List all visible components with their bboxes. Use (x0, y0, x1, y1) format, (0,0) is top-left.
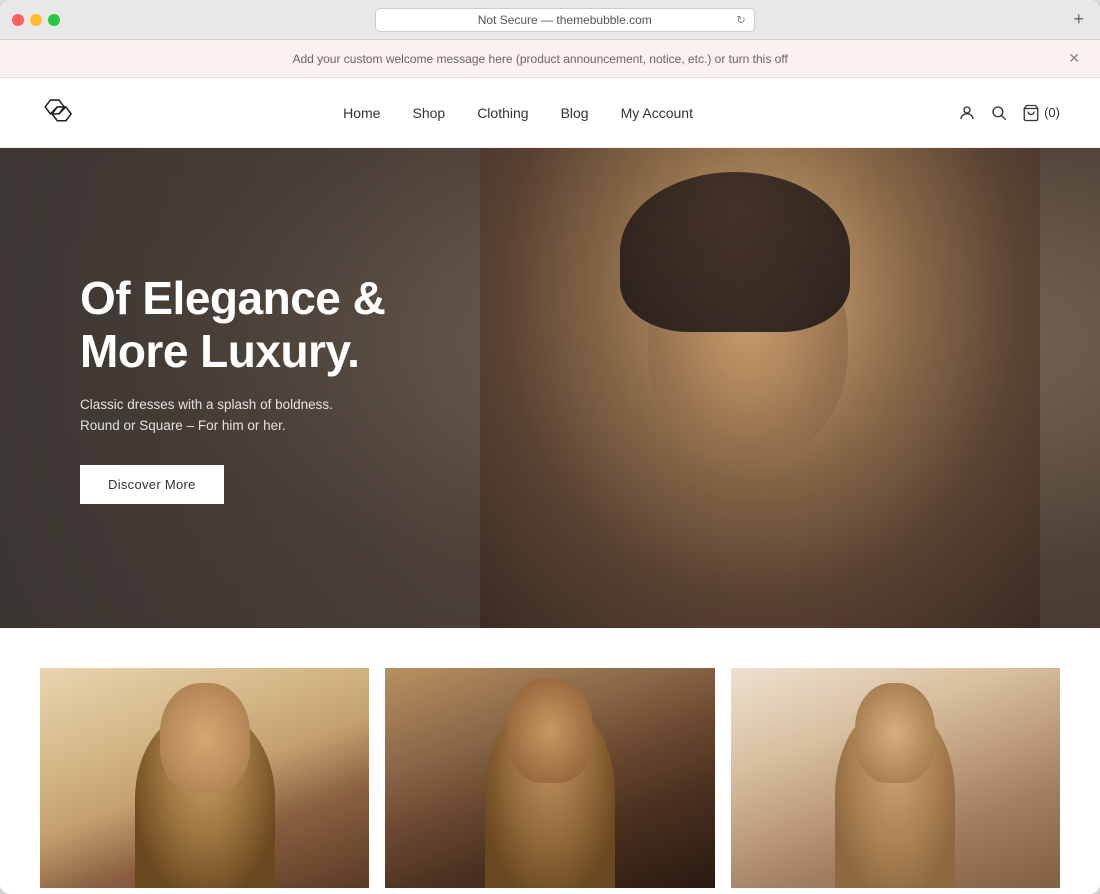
nav-shop[interactable]: Shop (412, 105, 445, 121)
hero-content: Of Elegance & More Luxury. Classic dress… (0, 272, 520, 504)
product-image-1 (40, 668, 369, 888)
hero-section: Of Elegance & More Luxury. Classic dress… (0, 148, 1100, 628)
site-content: Add your custom welcome message here (pr… (0, 40, 1100, 888)
search-icon-button[interactable] (990, 104, 1008, 122)
hero-subtitle: Classic dresses with a splash of boldnes… (80, 394, 440, 437)
cart-count: (0) (1044, 105, 1060, 120)
refresh-icon[interactable]: ↻ (737, 13, 746, 26)
nav-blog[interactable]: Blog (561, 105, 589, 121)
address-bar[interactable]: Not Secure — themebubble.com ↻ (375, 8, 755, 32)
address-bar-wrap: Not Secure — themebubble.com ↻ (68, 8, 1061, 32)
logo-wrap[interactable] (40, 98, 78, 128)
account-icon (958, 104, 976, 122)
cart-icon-button[interactable]: (0) (1022, 104, 1060, 122)
product-card[interactable] (385, 668, 714, 888)
hero-title: Of Elegance & More Luxury. (80, 272, 440, 378)
maximize-button[interactable] (48, 14, 60, 26)
site-header: Home Shop Clothing Blog My Account (0, 78, 1100, 148)
nav-clothing[interactable]: Clothing (477, 105, 528, 121)
nav-my-account[interactable]: My Account (621, 105, 693, 121)
browser-window: Not Secure — themebubble.com ↻ + Add you… (0, 0, 1100, 894)
products-section (0, 628, 1100, 888)
nav-icons: (0) (958, 104, 1060, 122)
hero-person-image (480, 148, 1040, 628)
new-tab-button[interactable]: + (1069, 9, 1088, 30)
products-grid (40, 668, 1060, 888)
browser-titlebar: Not Secure — themebubble.com ↻ + (0, 0, 1100, 40)
close-button[interactable] (12, 14, 24, 26)
traffic-lights (12, 14, 60, 26)
cart-icon (1022, 104, 1040, 122)
minimize-button[interactable] (30, 14, 42, 26)
account-icon-button[interactable] (958, 104, 976, 122)
product-card[interactable] (731, 668, 1060, 888)
product-image-3 (731, 668, 1060, 888)
product-image-2 (385, 668, 714, 888)
notice-bar-message: Add your custom welcome message here (pr… (16, 52, 1064, 66)
url-text: Not Secure — themebubble.com (478, 13, 652, 27)
hero-cta-button[interactable]: Discover More (80, 465, 224, 504)
notice-bar: Add your custom welcome message here (pr… (0, 40, 1100, 78)
logo-icon (40, 98, 78, 128)
search-icon (990, 104, 1008, 122)
nav-home[interactable]: Home (343, 105, 380, 121)
product-card[interactable] (40, 668, 369, 888)
main-nav: Home Shop Clothing Blog My Account (343, 105, 693, 121)
notice-bar-close-button[interactable]: ✕ (1064, 50, 1084, 67)
